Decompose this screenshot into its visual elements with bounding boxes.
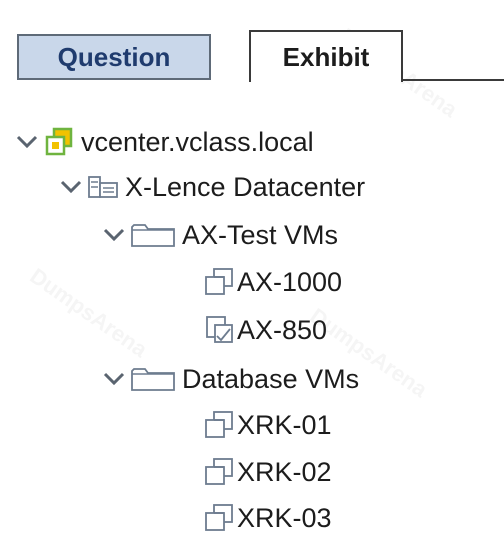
- tree-label-folder: Database VMs: [182, 363, 360, 394]
- tree-node-vm[interactable]: AX-850: [203, 310, 327, 350]
- tab-question-label: Question: [57, 41, 171, 72]
- tab-question[interactable]: Question: [17, 34, 211, 80]
- tree-node-vm[interactable]: AX-1000: [203, 262, 342, 302]
- tree-label-folder: AX-Test VMs: [182, 219, 339, 250]
- tree-label-vm: XRK-03: [237, 502, 332, 533]
- tab-divider: [402, 79, 504, 81]
- tree-label-vcenter: vcenter.vclass.local: [81, 126, 314, 157]
- tab-exhibit[interactable]: Exhibit: [249, 30, 403, 82]
- vm-icon: [203, 409, 235, 441]
- folder-icon: [130, 365, 176, 393]
- tree-node-vcenter[interactable]: vcenter.vclass.local: [14, 122, 314, 162]
- tree-label-vm: XRK-02: [237, 456, 332, 487]
- chevron-down-icon[interactable]: [58, 177, 84, 197]
- tree-node-vm[interactable]: XRK-01: [203, 405, 332, 445]
- tree-node-folder[interactable]: Database VMs: [101, 359, 359, 399]
- vm-icon: [203, 456, 235, 488]
- vcenter-icon: [43, 126, 75, 158]
- tree-label-vm: AX-850: [237, 314, 328, 345]
- tree-label-vm: XRK-01: [237, 409, 332, 440]
- tree-label-vm: AX-1000: [237, 266, 343, 297]
- chevron-down-icon[interactable]: [14, 132, 40, 152]
- tree-node-folder[interactable]: AX-Test VMs: [101, 215, 338, 255]
- chevron-down-icon[interactable]: [101, 369, 127, 389]
- tree-node-vm[interactable]: XRK-03: [203, 498, 332, 538]
- vm-template-icon: [203, 314, 235, 346]
- chevron-down-icon[interactable]: [101, 225, 127, 245]
- tab-exhibit-label: Exhibit: [282, 41, 370, 72]
- tree-label-datacenter: X-Lence Datacenter: [125, 171, 366, 202]
- tab-bar: Question Exhibit: [0, 0, 504, 88]
- datacenter-icon: [87, 173, 119, 201]
- tree-node-vm[interactable]: XRK-02: [203, 452, 332, 492]
- folder-icon: [130, 221, 176, 249]
- vm-icon: [203, 502, 235, 534]
- watermark-text: DumpsArena: [25, 263, 152, 363]
- vm-icon: [203, 266, 235, 298]
- tree-node-datacenter[interactable]: X-Lence Datacenter: [58, 167, 365, 207]
